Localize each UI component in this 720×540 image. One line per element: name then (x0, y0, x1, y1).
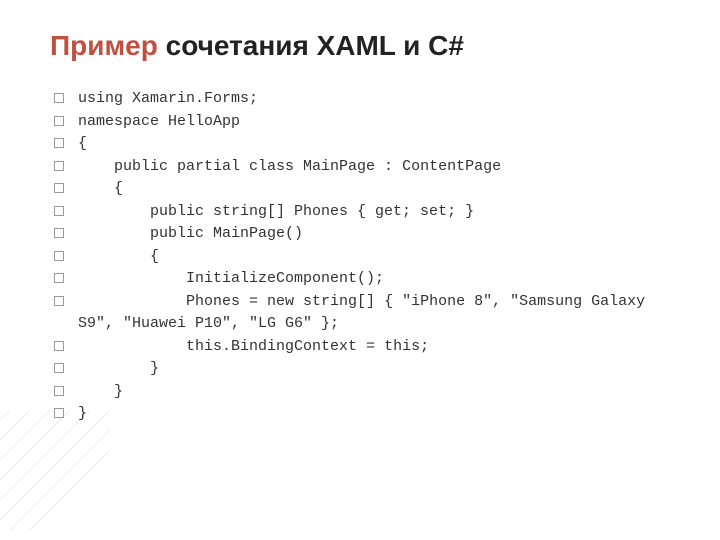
code-line: public MainPage() (50, 223, 670, 246)
code-line: { (50, 178, 670, 201)
title-rest: сочетания XAML и C# (158, 30, 464, 61)
code-line: using Xamarin.Forms; (50, 88, 670, 111)
code-line: InitializeComponent(); (50, 268, 670, 291)
code-line: { (50, 133, 670, 156)
code-line: } (50, 358, 670, 381)
code-line: this.BindingContext = this; (50, 336, 670, 359)
code-listing: using Xamarin.Forms; namespace HelloApp … (50, 88, 670, 426)
code-line: public string[] Phones { get; set; } (50, 201, 670, 224)
code-line: } (50, 403, 670, 426)
code-line: { (50, 246, 670, 269)
code-line: public partial class MainPage : ContentP… (50, 156, 670, 179)
corner-decoration (0, 410, 110, 530)
code-line: namespace HelloApp (50, 111, 670, 134)
code-line: Phones = new string[] { "iPhone 8", "Sam… (50, 291, 670, 336)
code-line: } (50, 381, 670, 404)
title-accent: Пример (50, 30, 158, 61)
slide-title: Пример сочетания XAML и C# (50, 30, 670, 62)
